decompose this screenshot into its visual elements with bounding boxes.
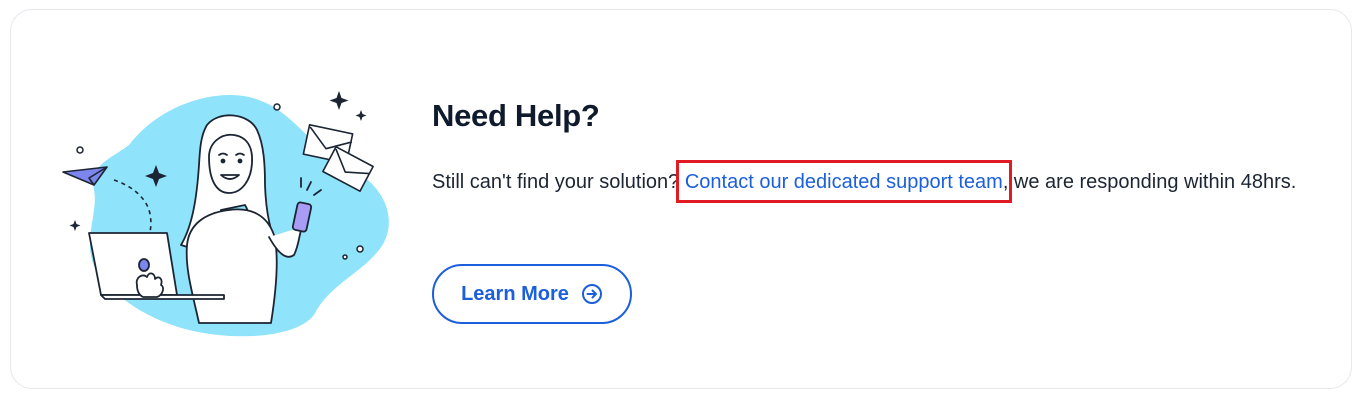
arrow-right-circle-icon (581, 284, 602, 304)
contact-support-link-label: Contact our dedicated support team (684, 171, 1003, 193)
help-text-after: , we are responding within 48hrs. (1002, 171, 1297, 193)
learn-more-button[interactable]: Learn More (432, 264, 632, 324)
contact-support-link[interactable]: Contact our dedicated support team (675, 160, 1012, 203)
support-illustration (62, 91, 389, 337)
help-card: Need Help? Still can't find your solutio… (10, 9, 1352, 389)
help-description: Still can't find your solution? Contact … (432, 160, 1312, 203)
help-content: Need Help? Still can't find your solutio… (432, 96, 1322, 324)
help-text-before: Still can't find your solution? (432, 171, 685, 193)
help-title: Need Help? (432, 98, 600, 133)
learn-more-label: Learn More (461, 282, 569, 305)
